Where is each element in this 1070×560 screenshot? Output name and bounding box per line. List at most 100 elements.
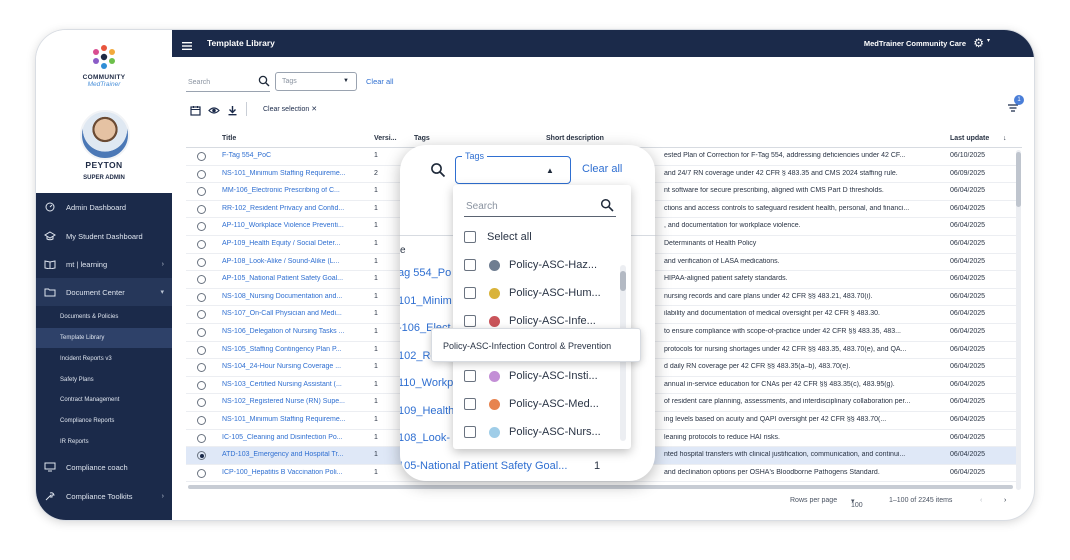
search-icon[interactable] xyxy=(430,162,446,183)
row-title-link[interactable]: NS-103_Certified Nursing Assistant (... xyxy=(222,381,358,388)
sidebar-item-admin-dashboard[interactable]: Admin Dashboard xyxy=(36,193,172,221)
next-page-icon[interactable]: › xyxy=(1004,497,1006,504)
row-title-link[interactable]: MM-106_Electronic Prescribing of C... xyxy=(222,187,358,194)
tags-search-input[interactable]: Search xyxy=(464,193,616,217)
row-radio[interactable] xyxy=(197,380,206,390)
row-radio[interactable] xyxy=(197,169,206,179)
row-radio[interactable] xyxy=(197,468,206,478)
row-radio[interactable] xyxy=(197,398,206,408)
clear-all-link[interactable]: Clear all xyxy=(582,163,622,175)
row-title-link[interactable]: NS-104_24-Hour Nursing Coverage ... xyxy=(222,363,358,370)
row-title-link[interactable]: NS-101_Minimum Staffing Requireme... xyxy=(222,416,358,423)
brand-logo[interactable]: COMMUNITY MedTrainer xyxy=(76,42,132,108)
calendar-icon[interactable] xyxy=(190,103,201,116)
row-radio[interactable] xyxy=(197,345,206,355)
search-icon[interactable] xyxy=(258,74,270,92)
sidebar-subitem-safety-plans[interactable]: Safety Plans xyxy=(36,370,172,390)
caret-down-icon[interactable]: ▾ xyxy=(987,37,990,44)
row-title-link[interactable]: ICP-100_Hepatitis B Vaccination Poli... xyxy=(222,469,358,476)
tag-option[interactable]: Policy-ASC-Nurs... xyxy=(464,424,614,442)
tag-option[interactable]: Policy-ASC-Insti... xyxy=(464,368,614,386)
checkbox[interactable] xyxy=(464,259,476,271)
tags-select[interactable]: Tags ▼ xyxy=(275,72,357,91)
sidebar-item-my-student-dashboard[interactable]: My Student Dashboard xyxy=(36,222,172,250)
sidebar-subitem-compliance-reports[interactable]: Compliance Reports xyxy=(36,411,172,431)
eye-icon[interactable] xyxy=(208,103,220,114)
row-title-link[interactable]: AP-105_National Patient Safety Goal... xyxy=(222,275,358,282)
sidebar-subitem-contract-management[interactable]: Contract Management xyxy=(36,390,172,410)
row-radio[interactable] xyxy=(197,152,206,161)
row-radio[interactable] xyxy=(197,451,206,461)
row-title-link[interactable]: NS-106_Delegation of Nursing Tasks ... xyxy=(222,328,358,335)
row-radio[interactable] xyxy=(197,204,206,214)
row-title-link[interactable]: F-Tag 554_PoC xyxy=(222,152,358,159)
row-title-link[interactable]: NS-107_On-Call Physician and Medi... xyxy=(222,310,358,317)
column-title[interactable]: Title xyxy=(222,135,236,142)
row-radio[interactable] xyxy=(197,433,206,443)
row-radio[interactable] xyxy=(197,363,206,373)
row-title-link[interactable]: NS-108_Nursing Documentation and... xyxy=(222,293,358,300)
download-icon[interactable] xyxy=(227,103,238,116)
vertical-scrollbar-thumb[interactable] xyxy=(1016,152,1021,207)
gear-icon[interactable]: ⚙ xyxy=(973,36,984,50)
checkbox[interactable] xyxy=(464,370,476,382)
select-all-option[interactable]: Select all xyxy=(464,229,614,247)
row-title-link[interactable]: AP-108_Look-Alike / Sound-Alike (L... xyxy=(222,258,358,265)
row-title-link[interactable]: NS-101_Minimum Staffing Requireme... xyxy=(222,170,358,177)
row-title-link[interactable]: RR-102_Resident Privacy and Confid... xyxy=(222,205,358,212)
row-radio[interactable] xyxy=(197,222,206,232)
row-radio[interactable] xyxy=(197,187,206,197)
prev-page-icon[interactable]: ‹ xyxy=(980,497,982,504)
row-radio[interactable] xyxy=(197,292,206,302)
checkbox[interactable] xyxy=(464,287,476,299)
clear-selection-button[interactable]: Clear selection ✕ xyxy=(263,105,317,113)
row-title-link[interactable]: 109_Health xyxy=(400,405,454,417)
row-title-link[interactable]: 105-National Patient Safety Goal... xyxy=(400,460,567,472)
sidebar-item-document-center[interactable]: Document Center ▾ xyxy=(36,278,172,306)
sidebar-subitem-template-library[interactable]: Template Library xyxy=(36,328,172,348)
sidebar-item-compliance-toolkits[interactable]: Compliance Toolkits › xyxy=(36,482,172,510)
tag-option[interactable]: Policy-ASC-Hum... xyxy=(464,285,614,303)
org-selector[interactable]: MedTrainer Community Care xyxy=(864,39,966,48)
row-radio[interactable] xyxy=(197,275,206,285)
avatar[interactable] xyxy=(80,110,130,160)
row-radio[interactable] xyxy=(197,257,206,267)
row-title-link[interactable]: NS-102_Registered Nurse (RN) Supe... xyxy=(222,398,358,405)
sidebar-subitem-incident-reports[interactable]: Incident Reports v3 xyxy=(36,349,172,369)
row-radio[interactable] xyxy=(197,240,206,249)
row-radio[interactable] xyxy=(197,416,206,425)
sidebar-subitem-documents-policies[interactable]: Documents & Policies xyxy=(36,307,172,327)
horizontal-scrollbar[interactable] xyxy=(188,485,1013,489)
column-tags[interactable]: Tags xyxy=(414,135,430,142)
tag-option[interactable]: Policy-ASC-Med... xyxy=(464,396,614,414)
row-title-link[interactable]: AP-109_Health Equity / Social Deter... xyxy=(222,240,358,247)
dropdown-scrollbar-thumb[interactable] xyxy=(620,271,626,291)
row-title-link[interactable]: NS-105_Staffing Contingency Plan P... xyxy=(222,346,358,353)
column-last-update[interactable]: Last update xyxy=(950,135,989,142)
tag-option[interactable]: Policy-ASC-Haz... xyxy=(464,257,614,275)
row-radio[interactable] xyxy=(197,310,206,320)
sidebar-subitem-ir-reports[interactable]: IR Reports xyxy=(36,432,172,452)
clear-all-link[interactable]: Clear all xyxy=(366,77,394,86)
search-icon[interactable] xyxy=(600,198,614,217)
column-description[interactable]: Short description xyxy=(546,135,604,142)
row-title-link[interactable]: 110_Workp xyxy=(400,377,453,389)
row-title-link[interactable]: 101_Minim xyxy=(400,295,452,307)
sort-arrow-icon[interactable]: ↓ xyxy=(1003,135,1007,142)
checkbox[interactable] xyxy=(464,398,476,410)
hamburger-menu-icon[interactable] xyxy=(182,38,192,50)
checkbox[interactable] xyxy=(464,426,476,438)
row-title-link[interactable]: IC-105_Cleaning and Disinfection Po... xyxy=(222,434,358,441)
row-title-link[interactable]: 108_Look- xyxy=(400,432,450,444)
rows-per-page-select[interactable]: 100 ▾ xyxy=(851,497,863,509)
row-radio[interactable] xyxy=(197,328,206,337)
row-title-link[interactable]: AP-110_Workplace Violence Preventi... xyxy=(222,222,358,229)
checkbox[interactable] xyxy=(464,231,476,243)
row-title-link[interactable]: ag 554_Po xyxy=(400,267,451,279)
column-version[interactable]: Versi... xyxy=(374,135,397,142)
sidebar-item-mt-learning[interactable]: mt | learning › xyxy=(36,250,172,278)
row-title-link[interactable]: ATD-103_Emergency and Hospital Tr... xyxy=(222,451,358,458)
sidebar-item-compliance-coach[interactable]: Compliance coach xyxy=(36,453,172,481)
checkbox[interactable] xyxy=(464,315,476,327)
filter-list-button[interactable]: 1 xyxy=(1006,95,1024,114)
